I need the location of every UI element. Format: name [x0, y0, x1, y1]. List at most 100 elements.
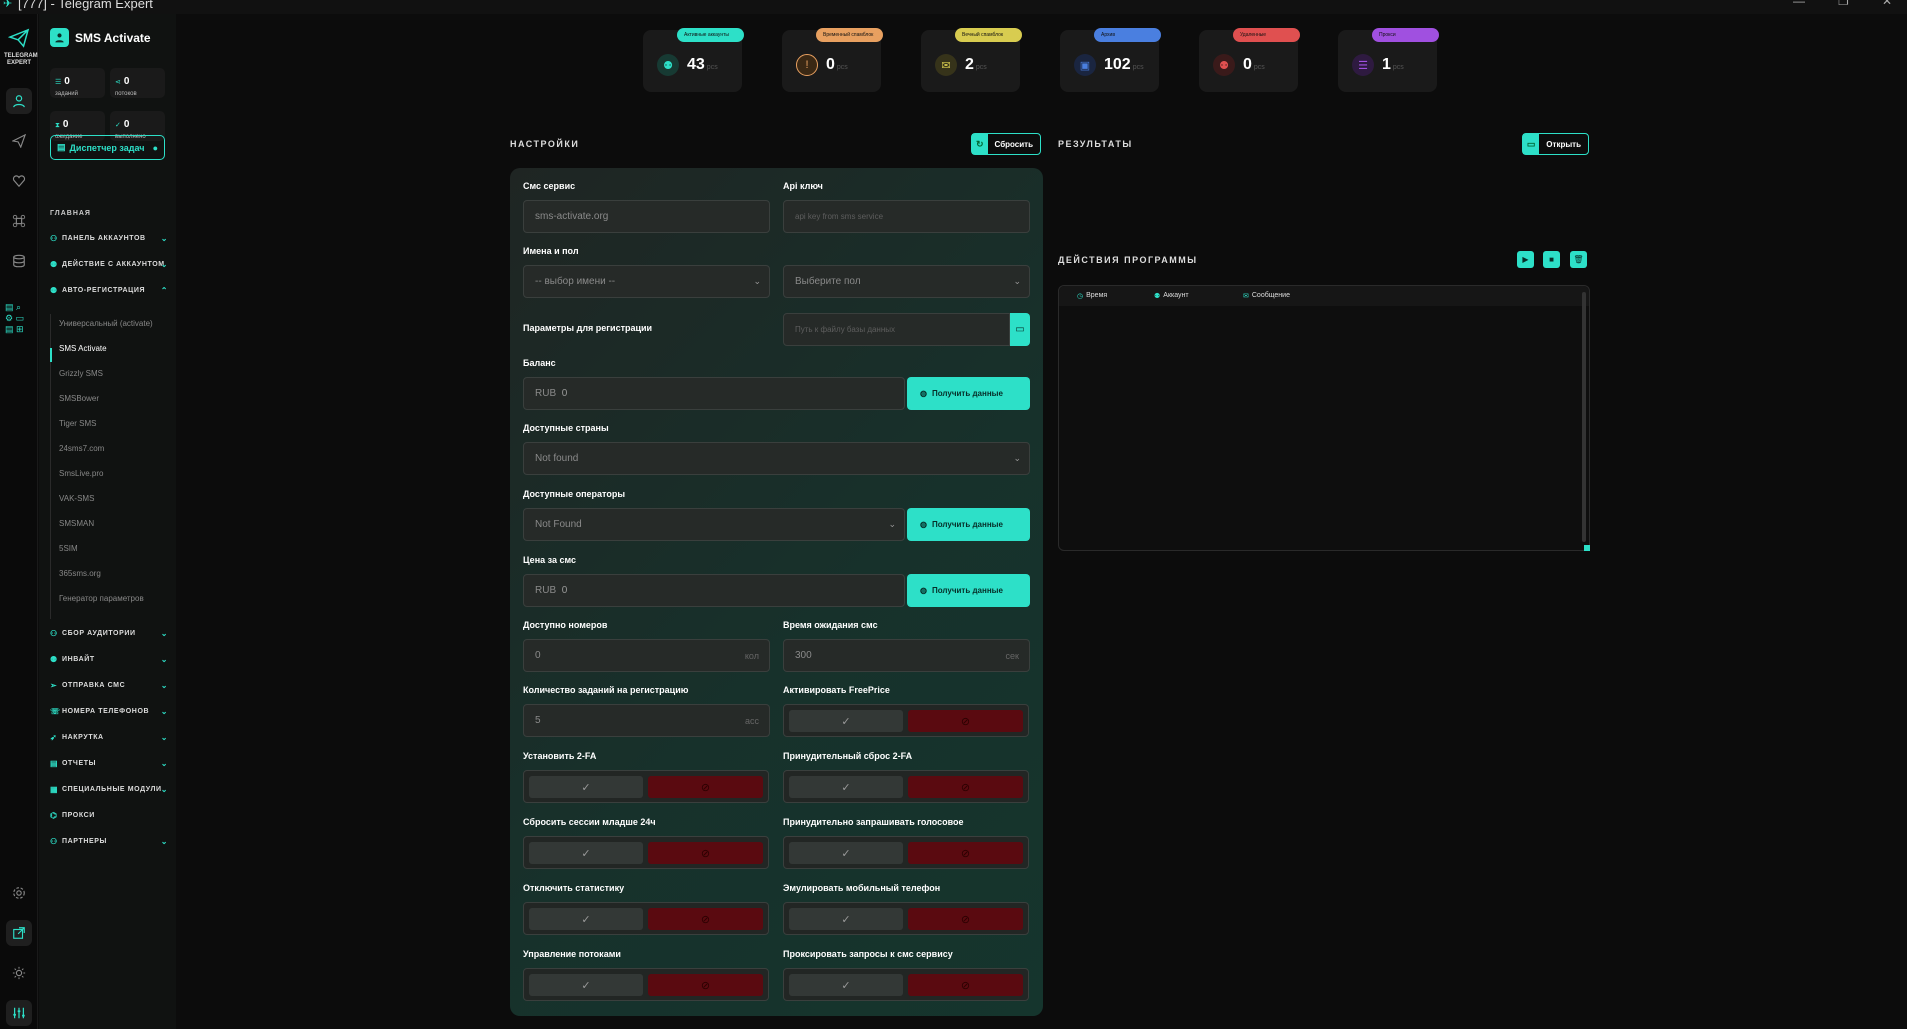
reset-2fa-toggle[interactable]: ✓ ⊘: [783, 770, 1029, 803]
column-message[interactable]: ✉ Сообщение: [1243, 292, 1290, 300]
command-icon[interactable]: [6, 208, 32, 234]
task-dispatcher-button[interactable]: ▤ Диспетчер задач ●: [50, 135, 165, 160]
minimize-icon[interactable]: —: [1793, 0, 1805, 8]
check-icon[interactable]: ✓: [529, 974, 643, 996]
api-key-input[interactable]: api key from sms service: [783, 200, 1030, 233]
folder-open-icon[interactable]: ▭: [1010, 313, 1030, 346]
check-icon[interactable]: ✓: [789, 908, 903, 930]
nav-proxy[interactable]: ⌬ ПРОКСИ: [50, 811, 168, 820]
external-link-icon[interactable]: [6, 920, 32, 946]
user-icon[interactable]: [6, 88, 32, 114]
block-icon[interactable]: ⊘: [908, 974, 1023, 996]
sub-smslive[interactable]: SmsLive.pro: [59, 469, 103, 478]
sub-param-generator[interactable]: Генератор параметров: [59, 594, 144, 603]
check-icon[interactable]: ✓: [789, 776, 903, 798]
nav-special-modules[interactable]: ▦ СПЕЦИАЛЬНЫЕ МОДУЛИ ⌄: [50, 785, 168, 794]
nav-account-action[interactable]: ⚉ ДЕЙСТВИЕ С АККАУНТОМ ⌄: [50, 260, 168, 269]
sub-grizzly[interactable]: Grizzly SMS: [59, 369, 103, 378]
chevron-down-icon: ⌄: [1013, 453, 1021, 463]
proxy-requests-toggle[interactable]: ✓ ⊘: [783, 968, 1029, 1001]
block-icon[interactable]: ⊘: [648, 842, 763, 864]
wait-input[interactable]: 300 сек: [783, 639, 1030, 672]
gender-select[interactable]: Выберите пол ⌄: [783, 265, 1030, 298]
nav-auto-registration[interactable]: ⚉ АВТО-РЕГИСТРАЦИЯ ⌃: [50, 286, 168, 295]
nav-audience[interactable]: ⚇ СБОР АУДИТОРИИ ⌄: [50, 629, 168, 638]
block-icon[interactable]: ⊘: [908, 842, 1023, 864]
nav-phone-numbers[interactable]: ☏ НОМЕРА ТЕЛЕФОНОВ ⌄: [50, 707, 168, 716]
check-icon[interactable]: ✓: [789, 974, 903, 996]
balance-input[interactable]: RUB 0: [523, 377, 905, 410]
sub-tiger[interactable]: Tiger SMS: [59, 419, 97, 428]
force-voice-toggle[interactable]: ✓ ⊘: [783, 836, 1029, 869]
partners-icon: ⚇: [50, 837, 58, 846]
mini-list-icon[interactable]: ▤ ⌕: [5, 302, 24, 313]
close-icon[interactable]: ✕: [1882, 0, 1892, 8]
check-icon[interactable]: ✓: [529, 776, 643, 798]
countries-select[interactable]: Not found ⌄: [523, 442, 1030, 475]
operators-select[interactable]: Not Found ⌄: [523, 508, 905, 541]
column-account[interactable]: ⚉ Аккаунт: [1154, 292, 1189, 300]
disable-stats-toggle[interactable]: ✓ ⊘: [523, 902, 769, 935]
sub-universal[interactable]: Универсальный (activate): [59, 319, 153, 328]
reset-button[interactable]: ↻ Сбросить: [971, 133, 1041, 155]
database-icon[interactable]: [6, 248, 32, 274]
sub-vak-sms[interactable]: VAK-SMS: [59, 494, 94, 503]
get-balance-button[interactable]: ◍ Получить данные: [907, 377, 1030, 410]
block-icon[interactable]: ⊘: [648, 776, 763, 798]
freeprice-toggle[interactable]: ✓ ⊘: [783, 704, 1029, 737]
app-logo-icon: ✈: [3, 0, 13, 10]
sub-24sms7[interactable]: 24sms7.com: [59, 444, 104, 453]
sms-service-input[interactable]: sms-activate.org: [523, 200, 770, 233]
send-icon[interactable]: [6, 128, 32, 154]
block-icon[interactable]: ⊘: [648, 908, 763, 930]
mini-gear-icon[interactable]: ⚙ ▭: [5, 313, 24, 324]
block-icon[interactable]: ⊘: [648, 974, 763, 996]
set-2fa-toggle[interactable]: ✓ ⊘: [523, 770, 769, 803]
sub-smsbower[interactable]: SMSBower: [59, 394, 99, 403]
get-price-button[interactable]: ◍ Получить данные: [907, 574, 1030, 607]
price-input[interactable]: RUB 0: [523, 574, 905, 607]
nav-boost[interactable]: ➶ НАКРУТКА ⌄: [50, 733, 168, 742]
globe-icon: ◍: [920, 520, 927, 529]
nav-send-sms[interactable]: ➢ ОТПРАВКА СМС ⌄: [50, 681, 168, 690]
mini-doc-icon[interactable]: ▤ ⊞: [5, 324, 24, 335]
name-select[interactable]: -- выбор имени -- ⌄: [523, 265, 770, 298]
nav-accounts-panel[interactable]: ⚇ ПАНЕЛЬ АККАУНТОВ ⌄: [50, 234, 168, 243]
reset-sessions-toggle[interactable]: ✓ ⊘: [523, 836, 769, 869]
open-results-button[interactable]: ▭ Открыть: [1522, 133, 1589, 155]
sub-5sim[interactable]: 5SIM: [59, 544, 78, 553]
column-time[interactable]: ◷ Время: [1077, 292, 1107, 300]
chevron-down-icon: ⌄: [160, 681, 168, 690]
db-path-input[interactable]: Путь к файлу базы данных: [783, 313, 1010, 346]
sun-icon[interactable]: [6, 960, 32, 986]
get-operators-button[interactable]: ◍ Получить данные: [907, 508, 1030, 541]
tasks-input[interactable]: 5 acc: [523, 704, 770, 737]
nav-label: СБОР АУДИТОРИИ: [62, 630, 136, 637]
numbers-input[interactable]: 0 кол: [523, 639, 770, 672]
nav-invite[interactable]: ⚉ ИНВАЙТ ⌄: [50, 655, 168, 664]
check-icon[interactable]: ✓: [789, 710, 903, 732]
check-icon[interactable]: ✓: [789, 842, 903, 864]
stop-icon[interactable]: ■: [1543, 251, 1560, 268]
log-scrollbar[interactable]: [1582, 292, 1586, 542]
check-icon[interactable]: ✓: [529, 842, 643, 864]
thread-control-toggle[interactable]: ✓ ⊘: [523, 968, 769, 1001]
settings-icon[interactable]: [6, 880, 32, 906]
maximize-icon[interactable]: ❐: [1838, 0, 1849, 8]
trash-icon[interactable]: 🗑: [1570, 251, 1587, 268]
nav-partners[interactable]: ⚇ ПАРТНЕРЫ ⌄: [50, 837, 168, 846]
nav-reports[interactable]: ▤ ОТЧЕТЫ ⌄: [50, 759, 168, 768]
resize-handle[interactable]: [1584, 545, 1590, 551]
check-icon[interactable]: ✓: [529, 908, 643, 930]
sub-smsman[interactable]: SMSMAN: [59, 519, 94, 528]
block-icon[interactable]: ⊘: [908, 908, 1023, 930]
tasks-label: Количество заданий на регистрацию: [523, 685, 689, 695]
block-icon[interactable]: ⊘: [908, 710, 1023, 732]
sub-365sms[interactable]: 365sms.org: [59, 569, 101, 578]
sliders-icon[interactable]: [6, 1000, 32, 1026]
emulate-mobile-toggle[interactable]: ✓ ⊘: [783, 902, 1029, 935]
heart-icon[interactable]: [6, 168, 32, 194]
block-icon[interactable]: ⊘: [908, 776, 1023, 798]
sub-sms-activate[interactable]: SMS Activate: [59, 344, 107, 353]
play-icon[interactable]: ▶: [1517, 251, 1534, 268]
